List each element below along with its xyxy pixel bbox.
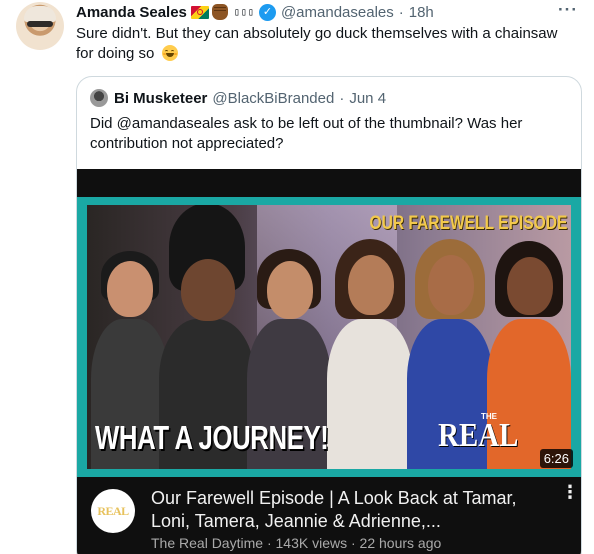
- quoted-tweet-text: Did @amandaseales ask to be left out of …: [90, 115, 523, 152]
- upload-age: 22 hours ago: [359, 535, 442, 551]
- quoted-tweet-header: Bi Musketeer @BlackBiBranded · Jun 4: [90, 89, 386, 107]
- quoted-author-name: Bi Musketeer: [114, 89, 208, 107]
- author-avatar[interactable]: [16, 2, 64, 50]
- quoted-tweet[interactable]: Bi Musketeer @BlackBiBranded · Jun 4 Did…: [76, 76, 582, 554]
- meta-separator: ·: [398, 3, 404, 21]
- video-thumbnail[interactable]: OUR FAREWELL EPISODE WHAT A JOURNEY! THE…: [77, 197, 581, 477]
- quoted-author-handle: @BlackBiBranded: [212, 89, 335, 107]
- tweet-text: Sure didn't. But they can absolutely go …: [76, 24, 576, 64]
- thumbnail-overlay-text: WHAT A JOURNEY!: [95, 419, 329, 456]
- more-options-icon[interactable]: ···: [558, 0, 578, 20]
- the-real-logo: REAL: [437, 417, 518, 454]
- grenada-flag-icon: [190, 5, 209, 19]
- video-duration-badge: 6:26: [539, 449, 573, 468]
- quoted-tweet-date: Jun 4: [349, 89, 387, 107]
- video-card[interactable]: OUR FAREWELL EPISODE WHAT A JOURNEY! THE…: [77, 169, 581, 554]
- thumbnail-banner-text: OUR FAREWELL EPISODE: [369, 213, 567, 234]
- quoted-meta-separator: ·: [339, 89, 345, 107]
- author-name[interactable]: Amanda Seales: [76, 4, 187, 21]
- video-meta-separator: ·: [266, 535, 272, 551]
- video-title[interactable]: Our Farewell Episode | A Look Back at Ta…: [151, 487, 551, 533]
- video-meta-separator-2: ·: [350, 535, 356, 551]
- channel-avatar[interactable]: REAL: [91, 489, 135, 533]
- raised-fist-icon: [211, 4, 228, 20]
- tweet-time[interactable]: 18h: [409, 4, 434, 21]
- smiling-face-icon: [161, 45, 178, 61]
- tweet-header: Amanda Seales ▯▯▯ ✓ @amandaseales · 18h …: [76, 0, 578, 22]
- channel-logo-text: REAL: [97, 503, 129, 518]
- channel-name[interactable]: The Real Daytime: [151, 535, 263, 551]
- author-handle[interactable]: @amandaseales: [281, 4, 394, 21]
- view-count: 143K views: [275, 535, 348, 551]
- video-metadata: The Real Daytime · 143K views · 22 hours…: [151, 535, 551, 551]
- quoted-author-avatar: [90, 89, 108, 107]
- verified-badge-icon: ✓: [258, 3, 276, 21]
- emoji-placeholder: ▯▯▯: [233, 6, 255, 18]
- video-info: REAL Our Farewell Episode | A Look Back …: [77, 481, 581, 554]
- video-menu-icon[interactable]: ⋮: [561, 483, 579, 501]
- tweet-body: Sure didn't. But they can absolutely go …: [76, 25, 558, 62]
- thumbnail-image: OUR FAREWELL EPISODE WHAT A JOURNEY! THE…: [87, 205, 571, 469]
